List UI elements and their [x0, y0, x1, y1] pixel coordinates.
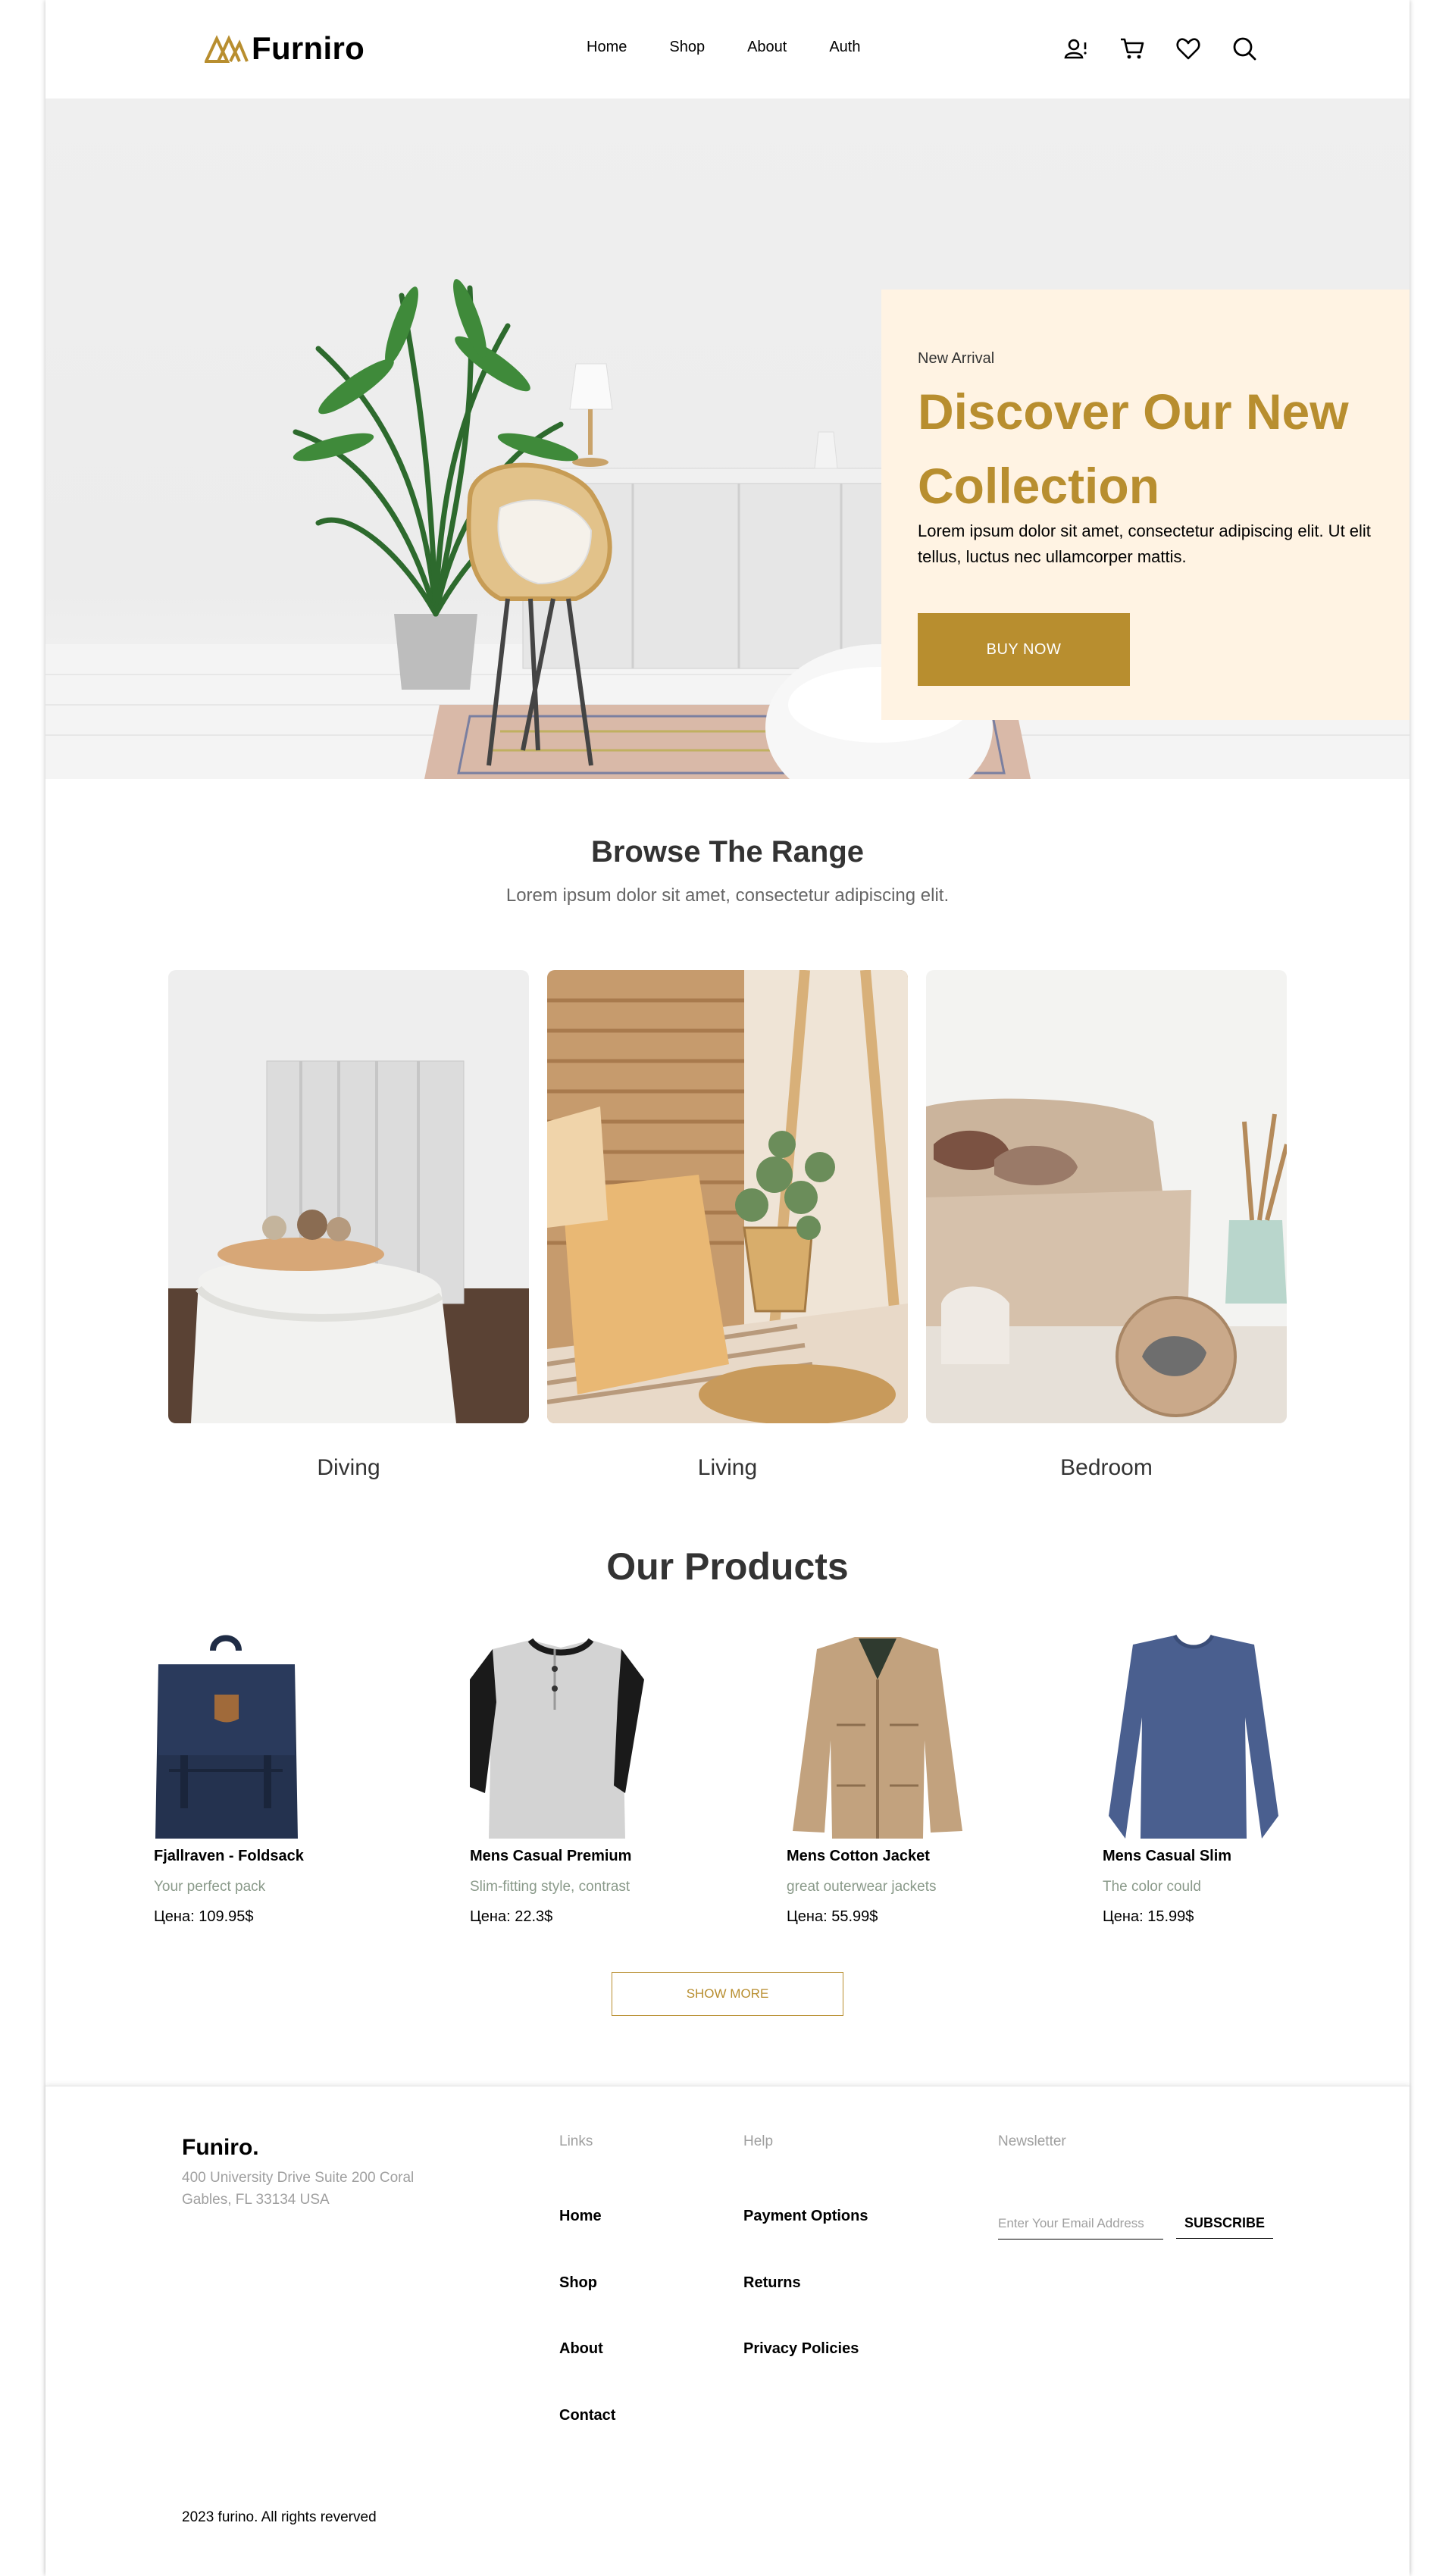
logo[interactable]: Furniro	[205, 30, 365, 67]
product-price: Цена: 109.95$	[154, 1908, 254, 1925]
range-image-diving	[168, 970, 529, 1423]
product-price: Цена: 15.99$	[1103, 1908, 1194, 1925]
product-desc: The color could	[1103, 1879, 1201, 1895]
nav-home[interactable]: Home	[587, 39, 627, 56]
footer-copyright: 2023 furino. All rights reverved	[182, 2509, 377, 2525]
browse-subtitle: Lorem ipsum dolor sit amet, consectetur …	[505, 885, 950, 906]
product-image-jacket	[793, 1637, 962, 1839]
site-header: Furniro Home Shop About Auth	[45, 0, 1410, 99]
range-card-bedroom[interactable]	[926, 970, 1287, 1423]
main-nav: Home Shop About Auth	[587, 39, 903, 56]
footer-link-shop[interactable]: Shop	[559, 2274, 597, 2292]
range-label-diving: Diving	[317, 1455, 380, 1480]
footer-link-contact[interactable]: Contact	[559, 2407, 615, 2424]
nav-auth[interactable]: Auth	[829, 39, 860, 56]
product-name: Fjallraven - Foldsack	[154, 1848, 304, 1864]
footer-links-heading: Links	[559, 2133, 593, 2149]
product-card[interactable]: Fjallraven - Foldsack Your perfect pack …	[154, 1634, 396, 1925]
product-image-henley	[470, 1638, 644, 1839]
footer-link-home[interactable]: Home	[559, 2208, 602, 2225]
newsletter-email-input[interactable]	[998, 2208, 1163, 2240]
hero-eyebrow: New Arrival	[918, 350, 995, 367]
footer-link-returns[interactable]: Returns	[743, 2274, 801, 2292]
buy-now-button[interactable]: BUY NOW	[918, 613, 1130, 686]
hero-description: Lorem ipsum dolor sit amet, consectetur …	[918, 521, 1371, 566]
product-card[interactable]: Mens Cotton Jacket great outerwear jacke…	[787, 1634, 1029, 1925]
product-name: Mens Casual Slim	[1103, 1848, 1232, 1864]
cart-icon[interactable]	[1117, 33, 1147, 64]
logo-icon	[205, 35, 249, 63]
range-card-diving[interactable]	[168, 970, 529, 1423]
product-card[interactable]: Mens Casual Slim The color could Цена: 1…	[1103, 1634, 1345, 1925]
range-label-bedroom: Bedroom	[1060, 1455, 1153, 1480]
products-title: Our Products	[606, 1545, 849, 1588]
product-desc: Slim-fitting style, contrast	[470, 1879, 630, 1895]
range-image-bedroom	[926, 970, 1287, 1423]
nav-shop[interactable]: Shop	[669, 39, 705, 56]
subscribe-button[interactable]: SUBSCRIBE	[1176, 2208, 1273, 2239]
hero-title: Discover Our New Collection	[918, 383, 1349, 514]
product-price: Цена: 55.99$	[787, 1908, 878, 1925]
footer-help-heading: Help	[743, 2133, 774, 2149]
range-label-living: Living	[697, 1455, 758, 1480]
product-desc: great outerwear jackets	[787, 1879, 937, 1895]
product-image-slim-shirt	[1109, 1634, 1278, 1839]
hero-banner: New Arrival Discover Our New Collection …	[45, 99, 1410, 779]
footer-newsletter-heading: Newsletter	[998, 2133, 1066, 2149]
nav-about[interactable]: About	[747, 39, 787, 56]
product-name: Mens Casual Premium	[470, 1848, 632, 1864]
footer-link-about[interactable]: About	[559, 2340, 603, 2358]
product-name: Mens Cotton Jacket	[787, 1848, 930, 1864]
range-image-living	[547, 970, 908, 1423]
search-icon[interactable]	[1229, 33, 1259, 64]
product-price: Цена: 22.3$	[470, 1908, 553, 1925]
product-image-backpack	[155, 1635, 298, 1839]
range-card-living[interactable]	[547, 970, 908, 1423]
product-card[interactable]: Mens Casual Premium Slim-fitting style, …	[470, 1634, 712, 1925]
product-desc: Your perfect pack	[154, 1879, 266, 1895]
user-alert-icon[interactable]	[1061, 33, 1091, 64]
footer-link-payment[interactable]: Payment Options	[743, 2208, 868, 2225]
site-footer: Funiro. 400 University Drive Suite 200 C…	[45, 2086, 1410, 2576]
footer-brand: Funiro.	[182, 2135, 259, 2160]
browse-title: Browse The Range	[590, 835, 865, 869]
footer-link-privacy[interactable]: Privacy Policies	[743, 2340, 859, 2358]
footer-address: 400 University Drive Suite 200 Coral Gab…	[182, 2170, 415, 2208]
show-more-button[interactable]: SHOW MORE	[612, 1972, 843, 2016]
header-icons	[1061, 33, 1285, 64]
brand-name: Furniro	[252, 30, 365, 66]
hero-card: New Arrival Discover Our New Collection …	[881, 290, 1410, 720]
heart-icon[interactable]	[1173, 33, 1203, 64]
